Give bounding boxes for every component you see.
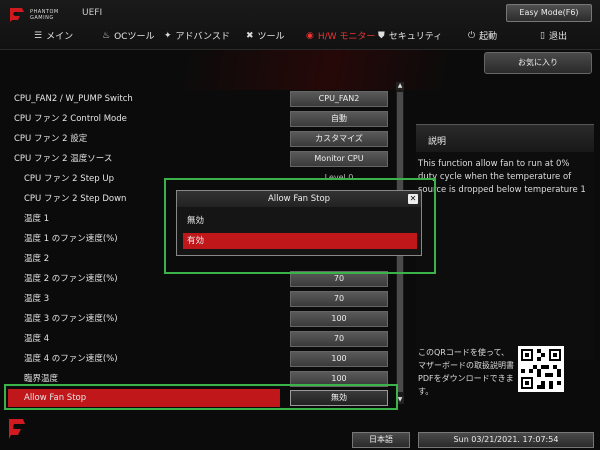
setting-row[interactable]: 温度 4 70 [8, 330, 396, 348]
setting-label: CPU_FAN2 / W_PUMP Switch [14, 94, 133, 104]
setting-row[interactable]: CPU_FAN2 / W_PUMP Switch CPU_FAN2 [8, 90, 396, 108]
setting-label: 温度 3 のファン速度(%) [24, 314, 118, 324]
setting-value[interactable]: 100 [290, 351, 388, 367]
setting-row[interactable]: CPU ファン 2 温度ソース Monitor CPU [8, 150, 396, 168]
tab-label: アドバンスド [175, 32, 230, 42]
exit-icon: ▯ [540, 30, 545, 41]
setting-value[interactable]: 70 [290, 291, 388, 307]
setting-label: CPU ファン 2 Step Down [24, 194, 127, 204]
tab-label: OCツール [114, 32, 155, 42]
scroll-up-arrow-icon[interactable]: ▲ [396, 82, 404, 90]
setting-row[interactable]: 温度 4 のファン速度(%) 100 [8, 350, 396, 368]
phantom-gaming-footer-logo-icon [6, 416, 28, 442]
setting-row[interactable]: CPU ファン 2 Control Mode 自動 [8, 110, 396, 128]
qr-code-icon [518, 346, 564, 392]
favorites-button[interactable]: お気に入り [484, 52, 592, 74]
flame-icon: ♨ [102, 30, 111, 41]
qr-caption: このQRコードを使って、マザーボードの取扱説明書PDFをダウンロードできます。 [418, 348, 514, 396]
tab-label: メイン [46, 32, 74, 42]
tab-label: セキュリティ [388, 32, 443, 42]
menu-icon: ☰ [34, 30, 43, 41]
setting-row[interactable]: 温度 3 70 [8, 290, 396, 308]
brand-logo: PHANTOM GAMING [8, 4, 59, 26]
description-text: This function allow fan to run at 0% dut… [418, 159, 586, 195]
tab-oc-tools[interactable]: ♨ OCツール [102, 29, 155, 43]
brand-text: PHANTOM GAMING [30, 9, 59, 21]
tab-label: 起動 [479, 32, 498, 42]
setting-value[interactable]: 自動 [290, 111, 388, 127]
setting-label: 温度 2 のファン速度(%) [24, 274, 118, 284]
tab-label: ツール [257, 32, 285, 42]
tab-label: H/W モニター [317, 32, 376, 42]
tab-advanced[interactable]: ✦ アドバンスド [164, 29, 230, 43]
tab-label: 退出 [548, 32, 567, 42]
tab-hw-monitor[interactable]: ◉ H/W モニター [306, 29, 376, 43]
setting-label: CPU ファン 2 温度ソース [14, 154, 113, 164]
setting-row[interactable]: CPU ファン 2 設定 カスタマイズ [8, 130, 396, 148]
setting-label: CPU ファン 2 設定 [14, 134, 88, 144]
phantom-gaming-logo-icon [8, 6, 26, 24]
easy-mode-button[interactable]: Easy Mode(F6) [506, 4, 592, 22]
annotation-box-row [4, 384, 398, 410]
setting-value[interactable]: Monitor CPU [290, 151, 388, 167]
language-button[interactable]: 日本語 [352, 432, 410, 448]
uefi-label: UEFI [82, 8, 103, 18]
setting-label: 温度 2 [24, 254, 50, 264]
star-icon: ✦ [164, 30, 172, 41]
setting-label: CPU ファン 2 Step Up [24, 174, 114, 184]
power-icon: ⏻ [468, 30, 476, 41]
annotation-box-dialog [164, 178, 436, 274]
description-title: 説明 [428, 137, 447, 147]
monitor-icon: ◉ [306, 30, 314, 41]
shield-icon: ⛊ [378, 30, 385, 41]
setting-label: 温度 1 [24, 214, 50, 224]
setting-value[interactable]: 70 [290, 331, 388, 347]
setting-value[interactable]: 100 [290, 311, 388, 327]
setting-value[interactable]: CPU_FAN2 [290, 91, 388, 107]
setting-value[interactable]: カスタマイズ [290, 131, 388, 147]
tab-tools[interactable]: ✖ ツール [246, 29, 285, 43]
setting-row[interactable]: 温度 3 のファン速度(%) 100 [8, 310, 396, 328]
top-bar: PHANTOM GAMING UEFI Easy Mode(F6) ☰ メイン … [0, 0, 600, 50]
brand-line2: GAMING [30, 15, 54, 21]
tab-boot[interactable]: ⏻ 起動 [468, 29, 498, 43]
main-nav: ☰ メイン ♨ OCツール ✦ アドバンスド ✖ ツール ◉ H/W モニター … [0, 26, 600, 46]
setting-label: 温度 1 のファン速度(%) [24, 234, 118, 244]
setting-label: CPU ファン 2 Control Mode [14, 114, 127, 124]
setting-label: 温度 4 [24, 334, 50, 344]
tools-icon: ✖ [246, 30, 254, 41]
tab-security[interactable]: ⛊ セキュリティ [378, 29, 443, 43]
tab-exit[interactable]: ▯ 退出 [540, 29, 567, 43]
tab-main[interactable]: ☰ メイン [34, 29, 74, 43]
setting-label: 温度 4 のファン速度(%) [24, 354, 118, 364]
datetime-display: Sun 03/21/2021. 17:07:54 [418, 432, 594, 448]
setting-label: 温度 3 [24, 294, 50, 304]
